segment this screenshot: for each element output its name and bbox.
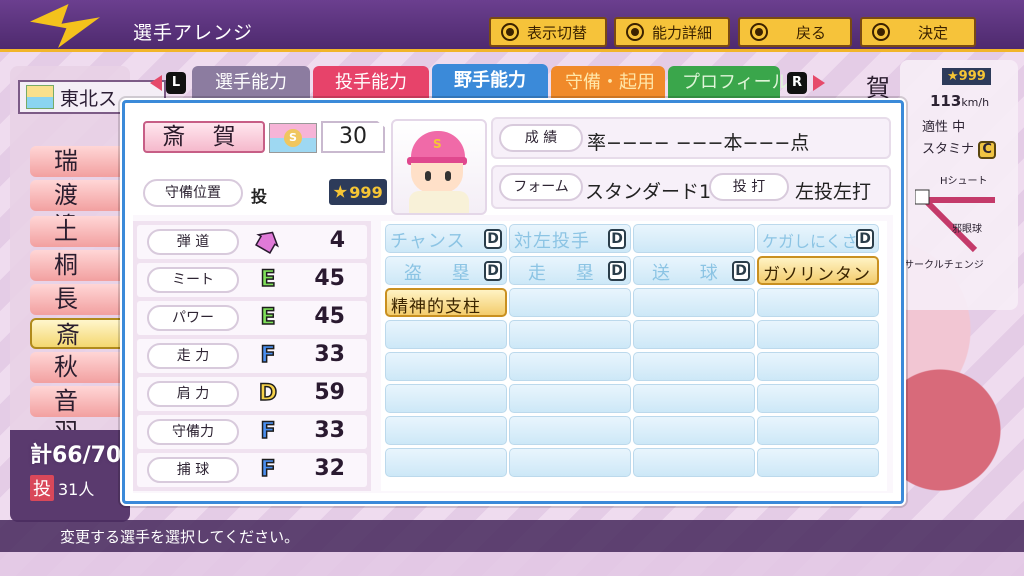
skill-slot-empty[interactable] — [509, 352, 631, 381]
controller-button-icon — [626, 23, 644, 41]
stat-row-trajectory: 弾 道 4 — [137, 225, 367, 259]
skill-slot-empty[interactable] — [633, 448, 755, 477]
results-value: 率−−−− −−−本−−−点 — [587, 132, 810, 154]
pitcher-count: 投 31人 — [30, 475, 94, 501]
skill-special-mental-pillar[interactable]: 精神的支柱 — [385, 288, 507, 317]
l-button-icon: L — [166, 72, 186, 94]
position-label: 守備位置 — [143, 179, 243, 207]
bottom-strip — [0, 552, 1024, 576]
skill-steal[interactable]: 盗 塁 D — [385, 256, 507, 285]
grade-badge: E — [260, 304, 277, 331]
control-label: 適性 中 — [922, 120, 966, 135]
tab-player-ability[interactable]: 選手能力 — [192, 66, 310, 100]
skill-slot-empty[interactable] — [509, 448, 631, 477]
r-button-icon: R — [787, 72, 807, 94]
help-text: 変更する選手を選択してください。 — [60, 528, 300, 546]
form-label: フォーム — [499, 173, 583, 201]
skill-slot-empty[interactable] — [385, 352, 507, 381]
player-card: 斎 賀 S 30 守備位置 投 999 S 成 績 率−−−− −−−本−−−点… — [122, 100, 904, 504]
stamina-row: スタミナ C — [922, 138, 997, 159]
stat-row-arm: 肩 力 D 59 — [137, 377, 367, 411]
card-body: 斎 賀 S 30 守備位置 投 999 S 成 績 率−−−− −−−本−−−点… — [133, 111, 899, 493]
skill-slot-empty[interactable] — [509, 384, 631, 413]
skill-slot-empty[interactable] — [757, 448, 879, 477]
skills-grid: チャンス D 対左投手 D ケガしにくさ D 盗 塁 D 走 塁 D 送 球 D… — [381, 221, 887, 491]
skill-slot-empty[interactable] — [509, 288, 631, 317]
tab-right-arrow-icon[interactable] — [813, 75, 825, 91]
team-uniform-icon: S — [269, 123, 317, 153]
form-panel: フォーム スタンダード1 投 打 左投左打 — [491, 165, 891, 209]
skill-slot-empty[interactable] — [509, 320, 631, 349]
pitcher-info-panel: ★999 113km/h 適性 中 スタミナ C Hシュート 邪眼球 サークルチ… — [900, 60, 1018, 310]
skill-slot-empty[interactable] — [633, 416, 755, 445]
skill-slot-empty[interactable] — [757, 416, 879, 445]
skill-slot-empty[interactable] — [385, 416, 507, 445]
controller-button-icon — [501, 23, 519, 41]
uniform-number: 30 — [321, 121, 385, 153]
controller-button-icon — [872, 23, 890, 41]
throw-bat-label: 投 打 — [709, 173, 789, 201]
star-icon — [333, 185, 348, 198]
grade-badge: D — [258, 380, 278, 407]
skill-slot-empty[interactable] — [633, 288, 755, 317]
team-flag-icon — [26, 85, 54, 109]
skill-vs-left[interactable]: 対左投手 D — [509, 224, 631, 253]
grade-badge: E — [260, 266, 277, 293]
tab-profile[interactable]: プロフィール — [668, 66, 790, 100]
stat-row-meet: ミート E 45 — [137, 263, 367, 297]
tab-row: L 選手能力 投手能力 野手能力 守備・起用 プロフィール R — [150, 64, 825, 100]
stat-row-fielding: 守備力 F 33 — [137, 415, 367, 449]
player-avatar: S — [391, 119, 487, 215]
skill-slot-empty[interactable] — [757, 384, 879, 413]
grade-badge: F — [260, 456, 277, 483]
star-rating-badge: 999 — [329, 179, 387, 205]
throw-bat-value: 左投左打 — [795, 181, 872, 203]
skill-slot-empty[interactable] — [757, 288, 879, 317]
tab-left-arrow-icon[interactable] — [150, 75, 162, 91]
skill-slot-empty[interactable] — [385, 384, 507, 413]
ability-detail-button[interactable]: 能力詳細 — [614, 17, 730, 47]
results-label: 成 績 — [499, 124, 583, 152]
pitch-speed: 113km/h — [930, 92, 990, 110]
player-name: 斎 賀 — [143, 121, 265, 153]
skill-slot-empty[interactable] — [633, 224, 755, 253]
results-panel: 成 績 率−−−− −−−本−−−点 — [491, 117, 891, 159]
skill-slot-empty[interactable] — [385, 320, 507, 349]
pitch-chart-icon — [915, 189, 995, 253]
back-button[interactable]: 戻る — [738, 17, 852, 47]
skill-throw[interactable]: 送 球 D — [633, 256, 755, 285]
position-value: 投 — [251, 187, 268, 206]
skill-chance[interactable]: チャンス D — [385, 224, 507, 253]
skill-slot-empty[interactable] — [509, 416, 631, 445]
grade-badge: F — [260, 342, 277, 369]
screen-title: 選手アレンジ — [133, 22, 254, 44]
form-value: スタンダード1 — [585, 181, 712, 203]
tab-defense-usage[interactable]: 守備・起用 — [551, 66, 665, 100]
stats-panel: 弾 道 4 ミート E 45 パワー E 45 走 力 F 33 肩 力 D 5… — [133, 221, 371, 491]
stat-row-catching: 捕 球 F 32 — [137, 453, 367, 487]
roster-total: 計66/70 — [30, 443, 122, 468]
skill-slot-empty[interactable] — [633, 320, 755, 349]
confirm-button[interactable]: 決定 — [860, 17, 976, 47]
skill-slot-empty[interactable] — [633, 384, 755, 413]
skill-slot-empty[interactable] — [385, 448, 507, 477]
skill-slot-empty[interactable] — [757, 352, 879, 381]
tab-pitcher-ability[interactable]: 投手能力 — [313, 66, 429, 100]
skill-injury[interactable]: ケガしにくさ D — [757, 224, 879, 253]
skill-slot-empty[interactable] — [633, 352, 755, 381]
toggle-display-button[interactable]: 表示切替 — [489, 17, 607, 47]
controller-button-icon — [750, 23, 768, 41]
lightning-icon — [30, 4, 100, 48]
skill-slot-empty[interactable] — [757, 320, 879, 349]
stat-row-power: パワー E 45 — [137, 301, 367, 335]
background-name-fragment: 賀 — [866, 74, 890, 102]
skill-baserun[interactable]: 走 塁 D — [509, 256, 631, 285]
skill-special-gasoline-tank[interactable]: ガソリンタンク — [757, 256, 879, 310]
stat-row-speed: 走 力 F 33 — [137, 339, 367, 373]
grade-badge: F — [260, 418, 277, 445]
star-rating-badge: ★999 — [942, 68, 991, 85]
tab-fielder-ability[interactable]: 野手能力 — [432, 64, 548, 100]
trajectory-arrow-icon — [255, 231, 279, 254]
